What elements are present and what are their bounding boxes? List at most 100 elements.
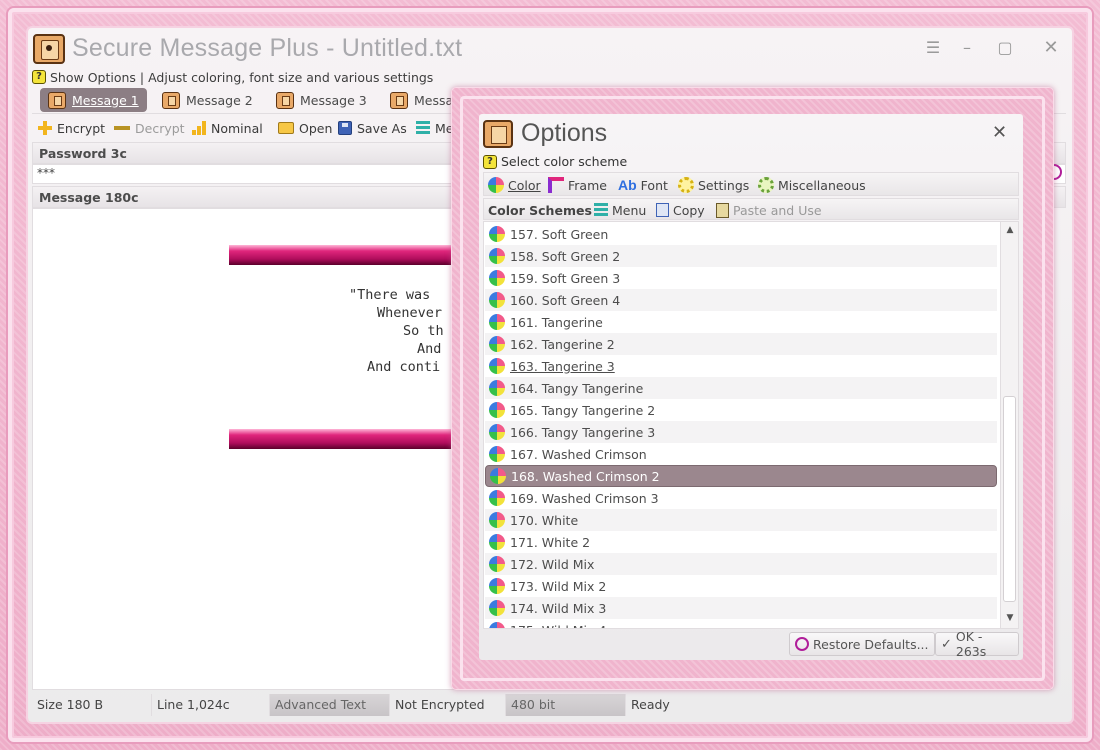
color-wheel-icon — [488, 177, 504, 193]
color-wheel-icon — [489, 578, 505, 594]
scroll-up-icon[interactable]: ▲ — [1004, 224, 1016, 236]
scheme-label: 160. Soft Green 4 — [510, 292, 621, 308]
list-item[interactable]: 166. Tangy Tangerine 3 — [485, 421, 997, 443]
scroll-thumb[interactable] — [1003, 396, 1016, 602]
tab-message-2[interactable]: Message 2 — [154, 88, 261, 112]
nominal-button[interactable]: Nominal — [192, 118, 263, 138]
misc-gear-icon — [758, 177, 774, 193]
message-line: So th — [403, 323, 444, 339]
window-menu-icon[interactable]: ☰ — [922, 38, 944, 58]
list-item[interactable]: 163. Tangerine 3 — [485, 355, 997, 377]
decrypt-button[interactable]: Decrypt — [114, 118, 185, 138]
list-item[interactable]: 165. Tangy Tangerine 2 — [485, 399, 997, 421]
color-wheel-icon — [489, 226, 505, 242]
menu-button[interactable]: Me — [416, 118, 453, 138]
plus-icon — [38, 121, 52, 135]
tab-message-3[interactable]: Message 3 — [268, 88, 375, 112]
scroll-down-icon[interactable]: ▼ — [1004, 612, 1016, 624]
list-item[interactable]: 170. White — [485, 509, 997, 531]
copy-button[interactable]: Copy — [656, 200, 705, 220]
tab-label: Messa — [414, 92, 454, 108]
ok-label: OK - 263s — [955, 629, 987, 659]
list-item[interactable]: 167. Washed Crimson — [485, 443, 997, 465]
tab-color-label: Color — [508, 177, 541, 193]
scheme-label: 175. Wild Mix 4 — [510, 623, 606, 629]
list-item[interactable]: 173. Wild Mix 2 — [485, 575, 997, 597]
color-wheel-icon — [489, 402, 505, 418]
message-line: "There was — [349, 287, 431, 303]
tab-font-label: Font — [640, 177, 668, 193]
list-item[interactable]: 169. Washed Crimson 3 — [485, 487, 997, 509]
scheme-label: 170. White — [510, 512, 579, 528]
restore-label: Restore Defaults... — [813, 636, 929, 652]
options-dialog-frame: Options ✕ ? Select color scheme Color Fr… — [451, 87, 1054, 690]
list-item[interactable]: 164. Tangy Tangerine — [485, 377, 997, 399]
list-item[interactable]: 160. Soft Green 4 — [485, 289, 997, 311]
options-hint-text: Select color scheme — [501, 154, 628, 169]
tab-label: Message 3 — [300, 92, 367, 108]
maximize-icon[interactable]: ▢ — [994, 38, 1016, 58]
paste-and-use-button[interactable]: Paste and Use — [716, 200, 822, 220]
paste-label: Paste and Use — [733, 202, 822, 218]
menu-icon — [416, 121, 430, 135]
list-item[interactable]: 158. Soft Green 2 — [485, 245, 997, 267]
scheme-label: 163. Tangerine 3 — [510, 358, 615, 374]
color-wheel-icon — [489, 424, 505, 440]
show-options-link[interactable]: ? Show Options | Adjust coloring, font s… — [32, 68, 433, 86]
decrypt-label: Decrypt — [135, 120, 185, 136]
scheme-menu-button[interactable]: Menu — [594, 200, 646, 220]
minus-icon — [114, 126, 130, 130]
scheme-label: 161. Tangerine — [510, 314, 603, 330]
scheme-label: 164. Tangy Tangerine — [510, 380, 644, 396]
message-icon — [48, 91, 66, 109]
list-item[interactable]: 162. Tangerine 2 — [485, 333, 997, 355]
list-item[interactable]: 157. Soft Green — [485, 223, 997, 245]
color-wheel-icon — [489, 292, 505, 308]
tab-frame[interactable]: Frame — [548, 175, 607, 195]
tab-message-4[interactable]: Messa — [382, 88, 461, 112]
list-item[interactable]: 159. Soft Green 3 — [485, 267, 997, 289]
color-wheel-icon — [489, 358, 505, 374]
list-item[interactable]: 161. Tangerine — [485, 311, 997, 333]
menu-icon — [594, 203, 608, 217]
save-as-button[interactable]: Save As — [338, 118, 407, 138]
options-dialog: Options ✕ ? Select color scheme Color Fr… — [479, 114, 1023, 660]
open-button[interactable]: Open — [278, 118, 332, 138]
list-item[interactable]: 174. Wild Mix 3 — [485, 597, 997, 619]
scheme-label: 168. Washed Crimson 2 — [511, 468, 660, 484]
color-wheel-icon — [489, 270, 505, 286]
color-scheme-list[interactable]: 157. Soft Green 158. Soft Green 2 159. Sof… — [483, 221, 1019, 629]
list-item[interactable]: 175. Wild Mix 4 — [485, 619, 997, 629]
tab-font[interactable]: Ab Font — [618, 175, 668, 195]
close-icon[interactable]: ✕ — [1040, 38, 1062, 58]
message-line: And conti — [367, 359, 441, 375]
tab-message-1[interactable]: Message 1 — [40, 88, 147, 112]
copy-label: Copy — [673, 202, 705, 218]
color-wheel-icon — [489, 556, 505, 572]
scheme-label: 159. Soft Green 3 — [510, 270, 621, 286]
message-line: And — [417, 341, 442, 357]
color-wheel-icon — [489, 600, 505, 616]
message-icon — [276, 91, 294, 109]
options-hint: ? Select color scheme — [483, 154, 627, 169]
paste-icon — [716, 202, 729, 218]
tab-settings[interactable]: Settings — [678, 175, 749, 195]
list-item[interactable]: 171. White 2 — [485, 531, 997, 553]
color-wheel-icon — [489, 534, 505, 550]
gear-icon — [678, 177, 694, 193]
restore-icon — [795, 637, 809, 651]
encrypt-button[interactable]: Encrypt — [38, 118, 105, 138]
color-wheel-icon — [489, 622, 505, 628]
status-bits: 480 bit — [506, 694, 626, 716]
list-item[interactable]: 172. Wild Mix — [485, 553, 997, 575]
restore-defaults-button[interactable]: Restore Defaults... — [789, 632, 935, 656]
list-scrollbar[interactable]: ▲ ▼ — [1000, 222, 1018, 628]
tab-miscellaneous[interactable]: Miscellaneous — [758, 175, 866, 195]
list-item[interactable]: 168. Washed Crimson 2 — [485, 465, 997, 487]
close-icon[interactable]: ✕ — [992, 122, 1007, 143]
tab-color[interactable]: Color — [488, 175, 541, 195]
status-state: Ready — [631, 697, 670, 712]
message-line: Whenever — [377, 305, 443, 321]
minimize-icon[interactable]: – — [956, 38, 978, 58]
ok-button[interactable]: ✓ OK - 263s — [935, 629, 1019, 659]
